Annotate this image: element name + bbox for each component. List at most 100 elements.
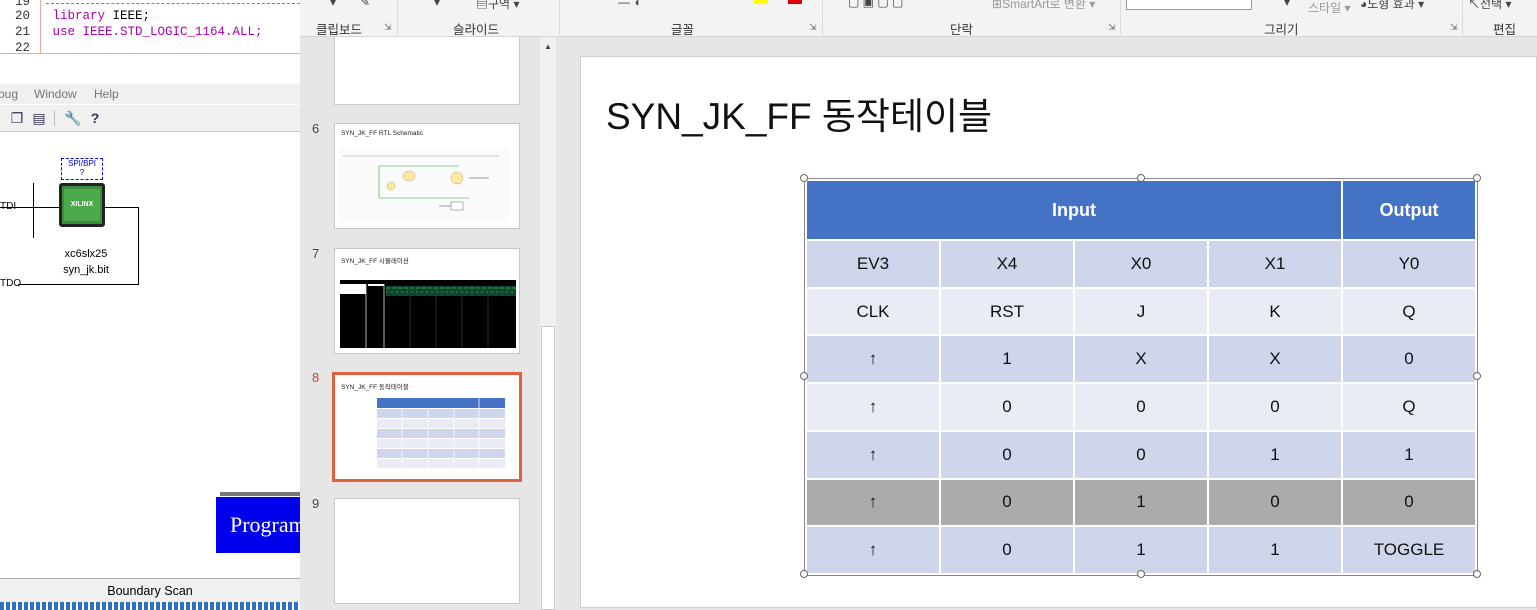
table-cell[interactable]: 0: [939, 477, 1075, 528]
shapes-more-icon[interactable]: ▾: [1284, 0, 1290, 9]
code-line: 20 library IEEE;: [14, 9, 151, 23]
table-cell[interactable]: 1: [939, 334, 1075, 385]
dialog-launcher-icon[interactable]: ⇲: [809, 22, 817, 33]
table-cell[interactable]: 0: [939, 382, 1075, 432]
select-button[interactable]: ↖선택 ▾: [1468, 0, 1511, 12]
slide-thumbnail-5[interactable]: [334, 37, 520, 105]
table-cell[interactable]: Q: [1341, 286, 1477, 337]
shapes-gallery[interactable]: [1126, 0, 1252, 10]
menu-window[interactable]: Window: [34, 87, 77, 101]
slide-thumbnail-8-selected[interactable]: SYN_JK_FF 동작테이블: [332, 372, 522, 482]
font-color-swatch[interactable]: [788, 0, 802, 4]
table-cell[interactable]: 0: [939, 429, 1075, 480]
menu-debug[interactable]: bug: [0, 87, 18, 101]
group-drawing: 그리기: [1264, 23, 1299, 37]
cascade-windows-icon[interactable]: ❐: [8, 109, 26, 127]
table-row: ↑ 0 0 1 1: [805, 429, 1477, 480]
table-cell[interactable]: K: [1207, 286, 1343, 337]
table-row-highlighted: ↑ 0 1 0 0: [805, 477, 1477, 528]
table-cell[interactable]: 0: [1207, 477, 1343, 528]
table-cell[interactable]: TOGGLE: [1341, 525, 1477, 575]
highlight-color-swatch[interactable]: [754, 0, 768, 4]
table-cell[interactable]: X: [1207, 334, 1343, 385]
operation-table[interactable]: Input Output EV3 X4 X0 X1 Y0 CLK RST J K…: [805, 179, 1477, 575]
resize-handle[interactable]: [1473, 174, 1481, 182]
table-cell[interactable]: Q: [1341, 382, 1477, 432]
table-cell[interactable]: RST: [939, 286, 1075, 337]
table-cell[interactable]: X: [1073, 334, 1209, 385]
table-cell[interactable]: ↑: [805, 382, 941, 432]
menu-help[interactable]: Help: [94, 87, 119, 101]
table-preview: [377, 398, 505, 468]
slide-thumbnail-6[interactable]: SYN_JK_FF RTL Schematic: [334, 123, 520, 229]
device-name: xc6slx25: [64, 248, 108, 260]
header-input[interactable]: Input: [805, 179, 1343, 241]
slide-title[interactable]: SYN_JK_FF 동작테이블: [606, 86, 992, 140]
status-strip: [0, 602, 300, 610]
boundary-scan-tab[interactable]: Boundary Scan: [0, 578, 300, 603]
table-cell[interactable]: Y0: [1341, 239, 1477, 289]
dialog-launcher-icon[interactable]: ⇲: [1450, 22, 1458, 33]
resize-handle[interactable]: [800, 570, 808, 578]
paste-dropdown-icon[interactable]: ▾: [330, 0, 336, 9]
table-row: EV3 X4 X0 X1 Y0: [805, 239, 1477, 289]
table-cell[interactable]: 1: [1073, 525, 1209, 575]
table-cell[interactable]: X4: [939, 239, 1075, 289]
resize-handle[interactable]: [800, 174, 808, 182]
slide-thumbnail-7[interactable]: SYN_JK_FF 시뮬레이션: [334, 248, 520, 354]
layout-dropdown-icon[interactable]: ▾: [434, 0, 440, 9]
format-painter-icon[interactable]: ✎: [360, 0, 370, 9]
table-cell[interactable]: 0: [1073, 429, 1209, 480]
table-cell[interactable]: CLK: [805, 286, 941, 337]
shape-effects-button[interactable]: ◕도형 효과 ▾: [1360, 0, 1424, 12]
spi-bpi-flash[interactable]: SPI/BPI?: [61, 158, 103, 180]
table-cell[interactable]: 1: [1207, 525, 1343, 575]
table-cell[interactable]: ↑: [805, 429, 941, 480]
table-cell[interactable]: X1: [1207, 239, 1343, 289]
code-editor[interactable]: 19 20 library IEEE; 21 use IEEE.STD_LOGI…: [0, 0, 300, 55]
font-tools[interactable]: — ◖: [618, 0, 641, 9]
table-cell[interactable]: 0: [1341, 477, 1477, 528]
paragraph-align-icons[interactable]: ▢ ▣ ▢ ▢: [848, 0, 903, 9]
slide-number: 9: [312, 496, 320, 511]
table-row: CLK RST J K Q: [805, 286, 1477, 337]
menu-bar: bug Window Help: [0, 84, 300, 104]
program-button[interactable]: Program: [216, 497, 300, 553]
table-cell[interactable]: 0: [1073, 382, 1209, 432]
quick-styles-button[interactable]: 스타일 ▾: [1308, 0, 1350, 16]
dialog-launcher-icon[interactable]: ⇲: [384, 22, 392, 33]
slide-thumbnail-9[interactable]: [334, 498, 520, 604]
table-cell[interactable]: 1: [1073, 477, 1209, 528]
table-cell[interactable]: 0: [939, 525, 1075, 575]
impact-window: 19 20 library IEEE; 21 use IEEE.STD_LOGI…: [0, 0, 300, 610]
table-cell[interactable]: 0: [1207, 382, 1343, 432]
table-cell[interactable]: J: [1073, 286, 1209, 337]
table-cell[interactable]: ↑: [805, 525, 941, 575]
resize-handle[interactable]: [1473, 570, 1481, 578]
slide-number: 6: [312, 121, 320, 136]
resize-handle[interactable]: [1473, 372, 1481, 380]
table-cell[interactable]: EV3: [805, 239, 941, 289]
section-button[interactable]: ▤구역 ▾: [476, 0, 519, 12]
header-output[interactable]: Output: [1341, 179, 1477, 241]
slide-number: 7: [312, 246, 320, 261]
table-cell[interactable]: 1: [1341, 429, 1477, 480]
scrollbar-thumb[interactable]: [541, 326, 555, 610]
wrench-icon[interactable]: 🔧: [64, 109, 82, 127]
table-cell[interactable]: 0: [1341, 334, 1477, 385]
table-cell[interactable]: X0: [1073, 239, 1209, 289]
table-cell[interactable]: 1: [1207, 429, 1343, 480]
dialog-launcher-icon[interactable]: ⇲: [1108, 22, 1116, 33]
smartart-convert-button[interactable]: ⊞SmartArt로 변환 ▾: [992, 0, 1095, 12]
resize-handle[interactable]: [1137, 174, 1145, 182]
help-pointer-icon[interactable]: ?: [86, 109, 104, 127]
code-line: 21 use IEEE.STD_LOGIC_1164.ALL;: [14, 25, 263, 39]
scroll-up-arrow-icon[interactable]: ▲: [541, 40, 555, 54]
table-row: ↑ 0 1 1 TOGGLE: [805, 525, 1477, 575]
table-cell[interactable]: ↑: [805, 477, 941, 528]
resize-handle[interactable]: [1137, 570, 1145, 578]
tdi-label: TDI: [0, 201, 17, 212]
tile-windows-icon[interactable]: ▤: [30, 109, 48, 127]
table-cell[interactable]: ↑: [805, 334, 941, 385]
resize-handle[interactable]: [800, 372, 808, 380]
